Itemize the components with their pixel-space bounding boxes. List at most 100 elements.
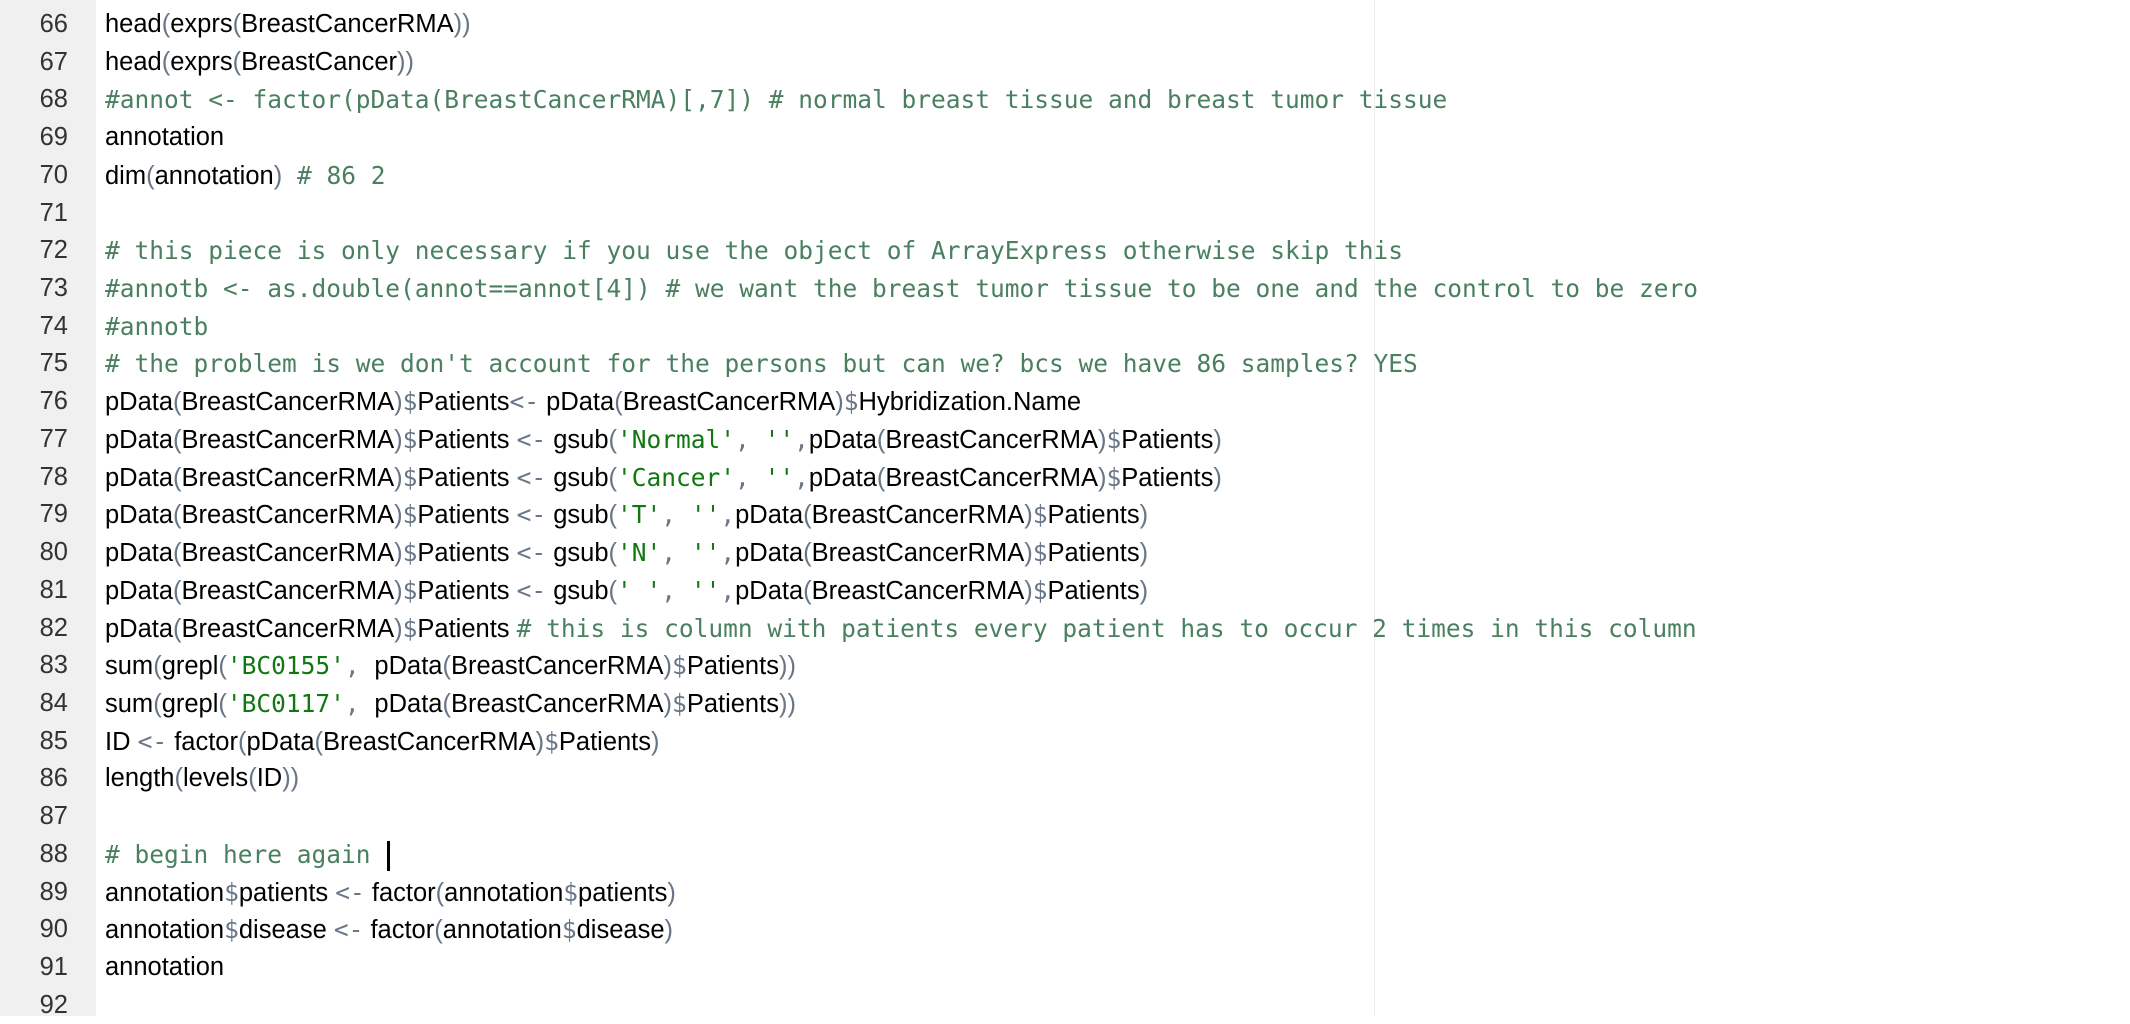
code-line[interactable]: 67 head(exprs(BreastCancer)) xyxy=(0,44,2130,82)
line-number: 83 xyxy=(39,651,68,680)
code-token: $ xyxy=(672,651,687,681)
code-token: # this piece is only necessary if you us… xyxy=(105,236,1404,266)
code-token: <- xyxy=(509,387,540,417)
code-token: #annotb <- as.double(annot==annot[4]) # … xyxy=(105,274,1699,304)
code-text[interactable]: dim(annotation) # 86 2 xyxy=(105,157,385,196)
code-line[interactable]: 86 length(levels(ID)) xyxy=(0,760,2130,798)
code-token: , xyxy=(661,500,691,530)
code-text[interactable]: # the problem is we don't account for th… xyxy=(105,345,1418,384)
code-token: annotation xyxy=(105,916,225,945)
code-token: exprs xyxy=(170,10,233,38)
code-token: ) xyxy=(1024,539,1033,568)
code-text[interactable]: annotation xyxy=(105,949,224,987)
code-token: pData xyxy=(105,614,174,643)
code-token: , xyxy=(720,538,736,568)
line-number: 80 xyxy=(39,538,68,567)
code-line[interactable]: 84 sum(grepl('BC0117', pData(BreastCancer… xyxy=(0,685,2130,723)
code-text[interactable]: annotation xyxy=(105,119,224,157)
code-token: ( xyxy=(803,501,812,530)
code-line[interactable]: 76 pData(BreastCancerRMA)$Patients<- pDat… xyxy=(0,383,2130,421)
code-line[interactable]: 83 sum(grepl('BC0155', pData(BreastCancer… xyxy=(0,647,2130,685)
code-token: annotation xyxy=(105,952,225,981)
code-text[interactable]: length(levels(ID)) xyxy=(105,760,299,798)
code-token: ) xyxy=(273,161,283,190)
code-text[interactable]: pData(BreastCancerRMA)$Patients <- gsub(… xyxy=(105,421,1222,460)
code-token: , xyxy=(661,575,691,605)
line-number: 75 xyxy=(39,349,68,378)
code-text[interactable]: head(exprs(BreastCancerRMA)) xyxy=(105,6,471,44)
code-token: patients xyxy=(578,878,668,907)
code-line[interactable]: 77 pData(BreastCancerRMA)$Patients <- gsu… xyxy=(0,421,2130,459)
code-line[interactable]: 91 annotation xyxy=(0,949,2130,987)
code-text[interactable]: pData(BreastCancerRMA)$Patients <- gsub(… xyxy=(105,496,1148,535)
code-token: ) xyxy=(1139,539,1149,568)
code-text[interactable]: # this piece is only necessary if you us… xyxy=(105,232,1403,271)
code-text[interactable]: pData(BreastCancerRMA)$Patients <- gsub(… xyxy=(105,534,1148,573)
code-token: annotation xyxy=(105,123,225,152)
code-line[interactable]: 68 #annot <- factor(pData(BreastCancerRMA… xyxy=(0,81,2130,119)
code-token: ( xyxy=(435,878,445,907)
code-line[interactable]: 81 pData(BreastCancerRMA)$Patients <- gsu… xyxy=(0,572,2130,610)
code-line[interactable]: 73 #annotb <- as.double(annot==annot[4]) … xyxy=(0,270,2130,308)
code-token: ) xyxy=(394,388,403,417)
code-line[interactable]: 78 pData(BreastCancerRMA)$Patients <- gsu… xyxy=(0,459,2130,497)
code-line[interactable]: 75 # the problem is we don't account for … xyxy=(0,345,2130,383)
code-line[interactable]: 89 annotation$patients <- factor(annotati… xyxy=(0,874,2130,912)
code-editor[interactable]: 66 head(exprs(BreastCancerRMA)) 67 head(exp… xyxy=(0,6,2130,1024)
code-token: annotation xyxy=(444,878,564,907)
code-line[interactable]: 66 head(exprs(BreastCancerRMA)) xyxy=(0,6,2130,44)
code-token: , xyxy=(720,575,736,605)
code-token: $ xyxy=(402,613,418,643)
code-text[interactable]: #annotb <- as.double(annot==annot[4]) # … xyxy=(105,270,1698,309)
code-text[interactable]: annotation$disease <- factor(annotation$… xyxy=(105,911,673,950)
code-line[interactable]: 71 xyxy=(0,195,2130,233)
code-line[interactable]: 74 #annotb xyxy=(0,308,2130,346)
code-line[interactable]: 88 # begin here again xyxy=(0,836,2130,874)
code-token: grepl xyxy=(161,689,219,718)
code-line[interactable]: 90 annotation$disease <- factor(annotatio… xyxy=(0,911,2130,949)
code-token: pData xyxy=(808,463,877,492)
code-text[interactable]: head(exprs(BreastCancer)) xyxy=(105,44,414,82)
code-line[interactable]: 87 xyxy=(0,798,2130,836)
code-text[interactable]: pData(BreastCancerRMA)$Patients <- gsub(… xyxy=(105,572,1148,611)
code-token: $ xyxy=(402,500,418,530)
line-number: 87 xyxy=(39,802,68,831)
code-token: $ xyxy=(1106,462,1122,492)
code-token: ) xyxy=(1213,425,1222,454)
code-line[interactable]: 85 ID <- factor(pData(BreastCancerRMA)$Pa… xyxy=(0,723,2130,761)
code-line[interactable]: 82 pData(BreastCancerRMA)$Patients # this… xyxy=(0,610,2130,648)
code-token: BreastCancerRMA xyxy=(811,576,1025,605)
line-number: 90 xyxy=(39,915,68,944)
code-token: ) xyxy=(535,727,545,756)
code-token: BreastCancerRMA xyxy=(181,539,395,568)
code-text[interactable]: #annot <- factor(pData(BreastCancerRMA)[… xyxy=(105,81,1447,120)
line-number: 79 xyxy=(39,500,68,529)
code-token: gsub xyxy=(546,501,609,530)
code-token: BreastCancerRMA xyxy=(811,539,1025,568)
code-token: ( xyxy=(174,764,183,793)
code-token: BreastCancerRMA xyxy=(450,689,664,718)
code-token: #annot <- factor(pData(BreastCancerRMA)[… xyxy=(105,85,1448,115)
code-text[interactable]: pData(BreastCancerRMA)$Patients # this i… xyxy=(105,610,1697,649)
code-line[interactable]: 80 pData(BreastCancerRMA)$Patients <- gsu… xyxy=(0,534,2130,572)
code-text[interactable]: annotation$patients <- factor(annotation… xyxy=(105,874,676,913)
code-text[interactable]: ID <- factor(pData(BreastCancerRMA)$Pati… xyxy=(105,723,660,762)
code-token: $ xyxy=(843,387,859,417)
code-token: ( xyxy=(442,689,451,718)
code-token: ) xyxy=(394,501,403,530)
code-token: $ xyxy=(402,538,418,568)
code-line[interactable]: 92 xyxy=(0,987,2130,1024)
code-line[interactable]: 70 dim(annotation) # 86 2 xyxy=(0,157,2130,195)
code-text[interactable]: sum(grepl('BC0117', pData(BreastCancerRM… xyxy=(105,685,796,724)
code-line[interactable]: 79 pData(BreastCancerRMA)$Patients <- gsu… xyxy=(0,496,2130,534)
code-line[interactable]: 69 annotation xyxy=(0,119,2130,157)
code-token: <- xyxy=(137,726,168,756)
code-line[interactable]: 72 # this piece is only necessary if you … xyxy=(0,232,2130,270)
code-token: Patients xyxy=(417,539,517,568)
code-text[interactable]: pData(BreastCancerRMA)$Patients <- gsub(… xyxy=(105,459,1222,498)
code-token: ( xyxy=(608,576,618,605)
code-text[interactable]: #annotb xyxy=(105,308,208,347)
code-text[interactable]: sum(grepl('BC0155', pData(BreastCancerRM… xyxy=(105,647,796,686)
code-text[interactable]: pData(BreastCancerRMA)$Patients<- pData(… xyxy=(105,383,1081,422)
code-text[interactable]: # begin here again xyxy=(105,836,391,875)
